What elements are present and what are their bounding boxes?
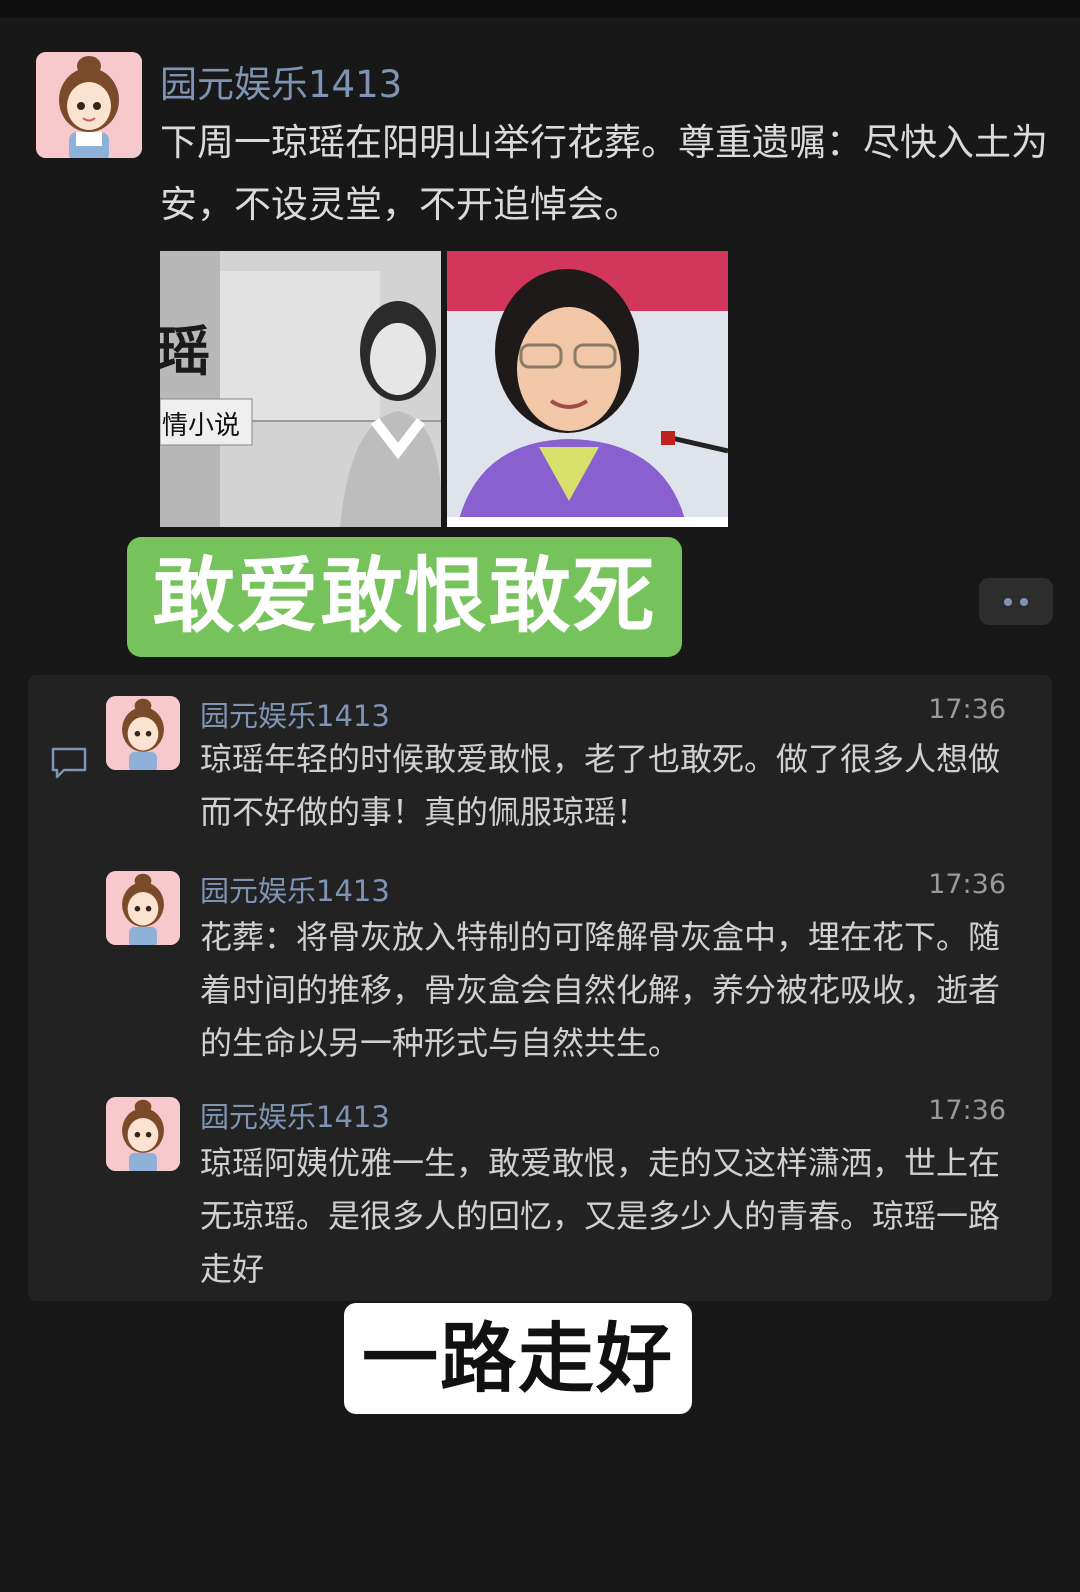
photo1-caption-small: 情小说 — [162, 411, 241, 441]
avatar-illustration — [106, 871, 180, 945]
comment-text: 琼瑶年轻的时候敢爱敢恨，老了也敢死。做了很多人想做而不好做的事！真的佩服琼瑶！ — [200, 740, 1001, 831]
comment-avatar[interactable] — [106, 696, 180, 770]
status-bar — [0, 0, 1080, 18]
comment-author-name[interactable]: 园元娱乐1413 — [200, 1094, 390, 1136]
photo-grayscale-portrait — [160, 251, 441, 527]
avatar-illustration — [106, 696, 180, 770]
comment-time: 17:36 — [928, 1095, 1006, 1126]
photo1-caption-big: 瑶 — [160, 319, 210, 383]
comment-time: 17:36 — [928, 869, 1006, 900]
comment-text: 花葬：将骨灰放入特制的可降解骨灰盒中，埋在花下。随着时间的推移，骨灰盒会自然化解… — [200, 918, 1001, 1062]
comment-author-name[interactable]: 园元娱乐1413 — [200, 693, 390, 735]
photo-color-portrait — [447, 251, 728, 527]
overlay-banner-bottom: 一路走好 — [344, 1303, 692, 1414]
comment-text: 琼瑶阿姨优雅一生，敢爱敢恨，走的又这样潇洒，世上在无琼瑶。是很多人的回忆，又是多… — [200, 1144, 1001, 1288]
more-dots-icon — [1004, 598, 1012, 606]
avatar-illustration — [36, 52, 142, 158]
more-dots-icon — [1020, 598, 1028, 606]
post-author-avatar[interactable] — [36, 52, 142, 158]
post-text: 下周一琼瑶在阳明山举行花葬。尊重遗嘱：尽快入土为安，不设灵堂，不开追悼会。 — [160, 121, 1048, 226]
comment-author-name[interactable]: 园元娱乐1413 — [200, 868, 390, 910]
post-photo-1[interactable]: 瑶 情小说 — [160, 251, 441, 527]
post-photo-2[interactable] — [447, 251, 728, 527]
overlay-banner-top: 敢爱敢恨敢死 — [127, 537, 682, 657]
comment-time: 17:36 — [928, 694, 1006, 725]
avatar-illustration — [106, 1097, 180, 1171]
comment-avatar[interactable] — [106, 871, 180, 945]
comment-avatar[interactable] — [106, 1097, 180, 1171]
more-options-button[interactable] — [979, 578, 1053, 625]
comment-icon[interactable] — [50, 746, 88, 780]
post-author-name[interactable]: 园元娱乐1413 — [160, 54, 402, 108]
